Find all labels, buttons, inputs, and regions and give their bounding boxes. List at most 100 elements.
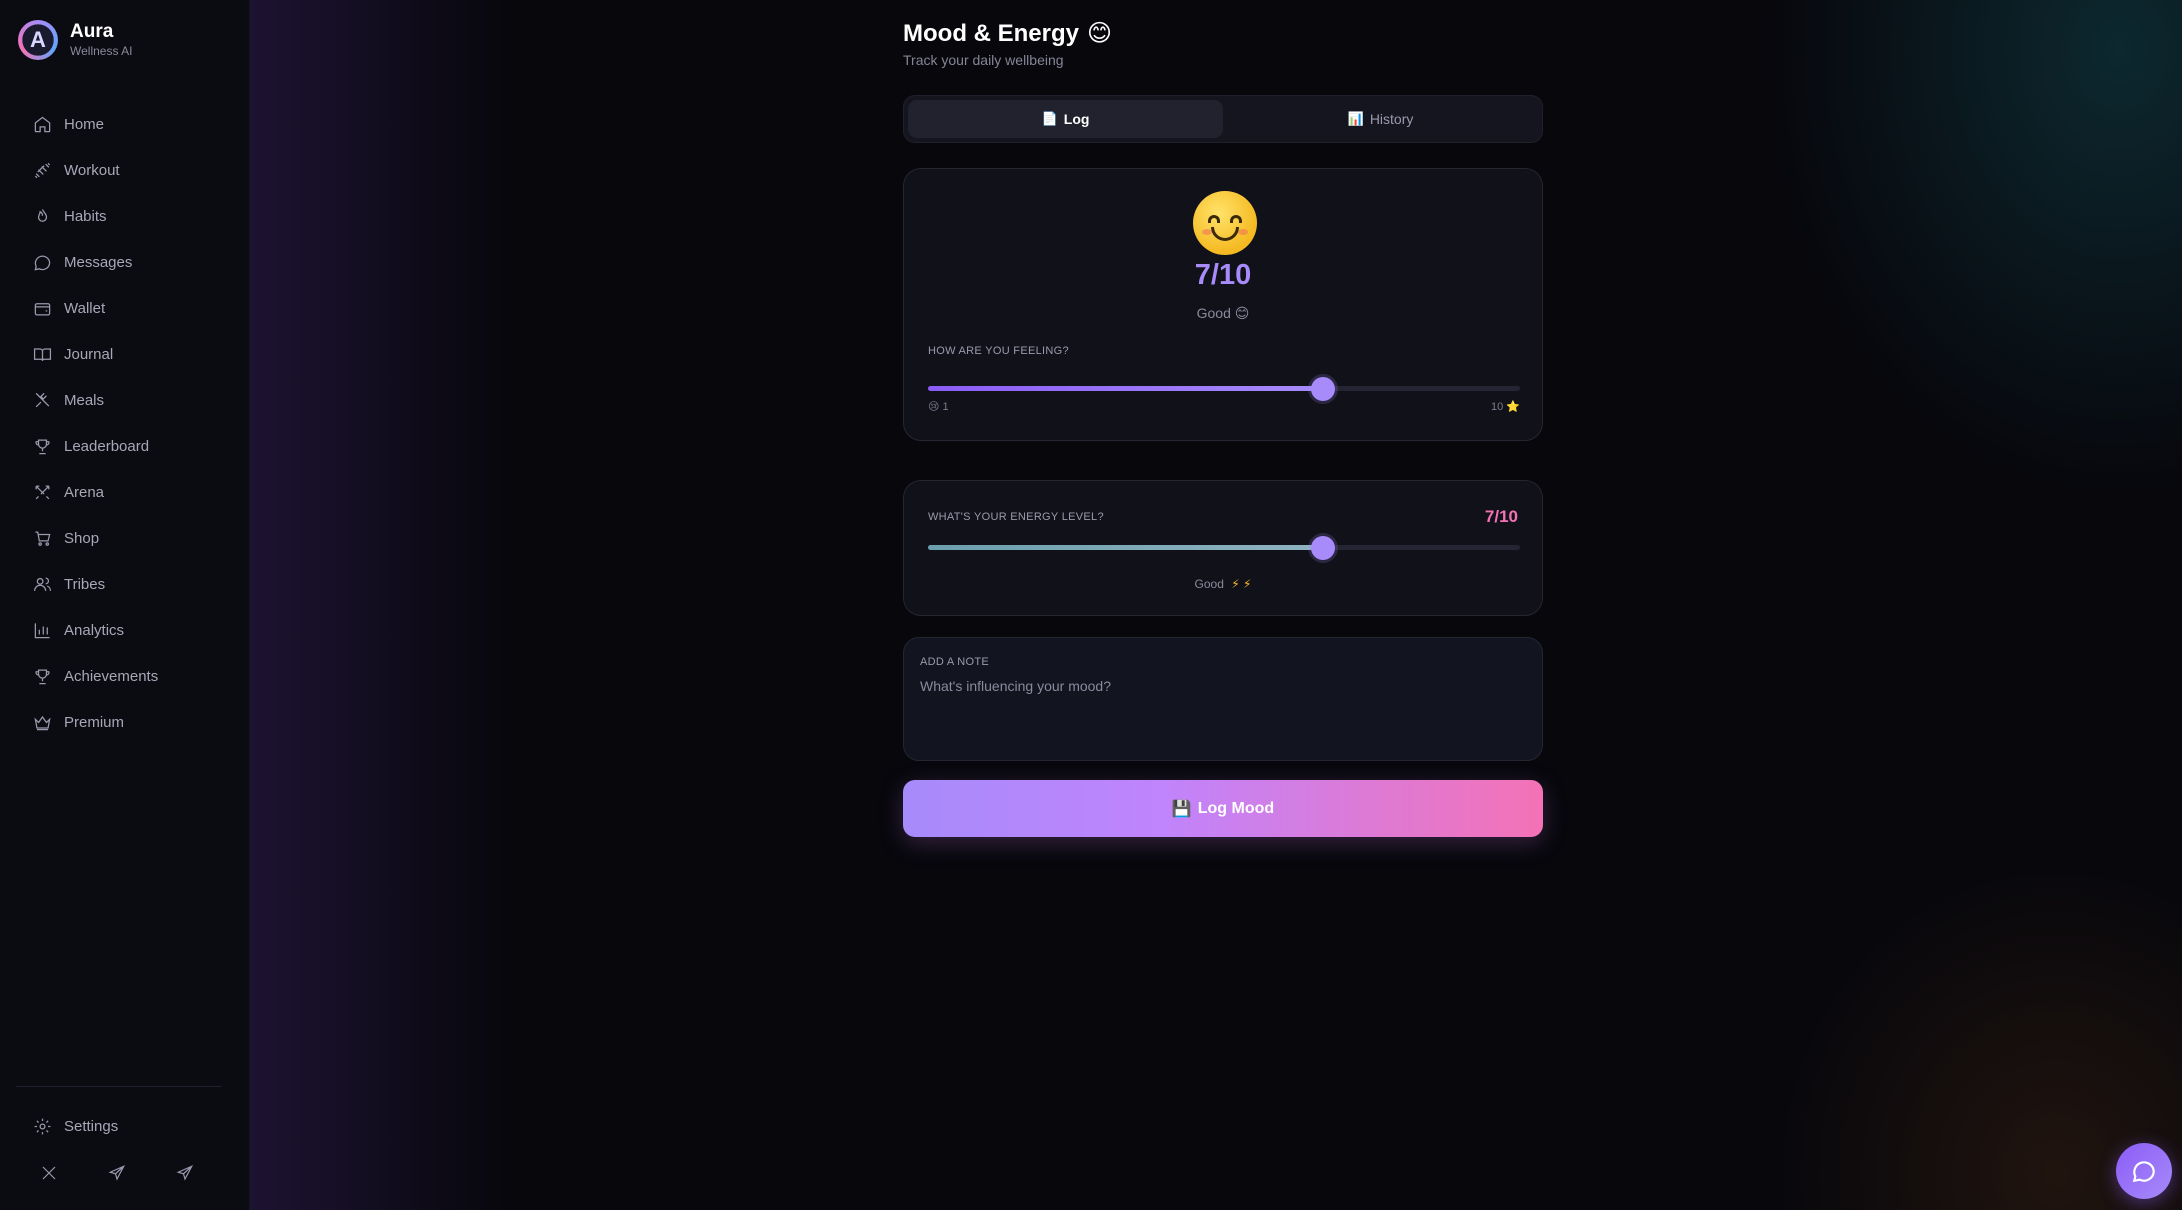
flame-icon	[37, 208, 48, 222]
telegram-link[interactable]	[106, 1162, 128, 1184]
save-icon: 💾	[1171, 800, 1192, 818]
page-subtitle: Track your daily wellbeing	[903, 52, 1064, 68]
bar-chart-icon	[34, 622, 50, 638]
energy-question: What's your energy level?	[928, 511, 1104, 523]
crown-icon	[34, 715, 51, 730]
sidebar-item-habits[interactable]: Habits	[16, 193, 236, 239]
energy-slider[interactable]	[928, 535, 1520, 560]
brand[interactable]: A Aura Wellness AI	[18, 20, 132, 60]
chat-button[interactable]	[2116, 1143, 2172, 1199]
sidebar-item-messages[interactable]: Messages	[16, 239, 236, 285]
x-link[interactable]	[38, 1162, 60, 1184]
settings-row[interactable]: Settings	[16, 1103, 236, 1149]
slider-thumb[interactable]	[1310, 377, 1335, 401]
smile-emoji-icon: 😊	[1087, 20, 1113, 47]
sidebar-item-achievements[interactable]: Achievements	[16, 653, 236, 699]
sidebar-item-premium[interactable]: Premium	[16, 699, 236, 745]
sidebar-item-leaderboard[interactable]: Leaderboard	[16, 423, 236, 469]
sidebar-item-label: Messages	[64, 253, 133, 271]
dumbbell-icon	[34, 162, 51, 178]
trophy-icon	[35, 669, 50, 684]
energy-score: 7/10	[1484, 507, 1518, 526]
sidebar-item-settings[interactable]: Settings	[16, 1103, 236, 1149]
send-icon	[176, 1164, 194, 1181]
wallet-icon	[34, 302, 51, 315]
sidebar-item-tribes[interactable]: Tribes	[16, 561, 236, 607]
message-icon	[34, 255, 51, 270]
background-glow-left	[250, 0, 510, 1210]
tab-log[interactable]: 📄 Log	[908, 100, 1223, 138]
brand-text: Aura Wellness AI	[70, 21, 132, 59]
chat-bubble-icon	[2132, 1161, 2155, 1183]
page-title-text: Mood & Energy	[903, 20, 1080, 47]
tab-history[interactable]: 📊 History	[1223, 100, 1538, 138]
home-icon	[34, 116, 51, 132]
brand-name: Aura	[70, 21, 114, 42]
brand-logo: A	[18, 20, 58, 60]
mood-face-eye	[1230, 215, 1242, 223]
mood-card: 7/10 Good 😊 How are you feeling? 😢 1 10 …	[903, 168, 1543, 441]
trophy-icon	[35, 439, 50, 454]
tab-label: History	[1369, 111, 1414, 127]
sidebar-item-wallet[interactable]: Wallet	[16, 285, 236, 331]
gear-icon	[34, 1118, 51, 1134]
sidebar-item-home[interactable]: Home	[16, 101, 236, 147]
app-root: A Aura Wellness AI Home Workout Habits M…	[0, 0, 2182, 1210]
note-card: Add a note	[903, 637, 1543, 761]
sidebar-item-label: Leaderboard	[64, 437, 150, 455]
energy-label-text: Good	[1194, 577, 1224, 591]
sidebar-item-label: Workout	[64, 161, 120, 179]
sidebar-item-shop[interactable]: Shop	[16, 515, 236, 561]
sidebar-item-label: Journal	[64, 345, 114, 363]
send-link[interactable]	[174, 1162, 196, 1184]
sidebar-item-label: Premium	[64, 713, 125, 731]
chart-icon: 📊	[1347, 111, 1364, 126]
sidebar-item-arena[interactable]: Arena	[16, 469, 236, 515]
note-label: Add a note	[920, 656, 990, 668]
sidebar-item-label: Achievements	[64, 667, 159, 685]
log-mood-button[interactable]: 💾 Log Mood	[903, 780, 1543, 837]
sidebar-item-label: Arena	[64, 483, 105, 501]
swords-icon	[35, 485, 50, 499]
sidebar-item-label: Wallet	[64, 299, 106, 317]
energy-card: What's your energy level? 7/10 Good ⚡ ⚡	[903, 480, 1543, 616]
users-icon	[33, 577, 52, 591]
mood-face-eye	[1208, 215, 1220, 223]
sidebar-divider	[16, 1086, 222, 1087]
page-title: Mood & Energy 😊	[903, 18, 1543, 50]
mood-slider[interactable]	[928, 376, 1520, 401]
tab-bar: 📄 Log 📊 History	[903, 95, 1543, 143]
log-mood-button-label: Log Mood	[1197, 799, 1275, 817]
mood-face-cheek	[1238, 229, 1248, 235]
energy-label: Good ⚡ ⚡	[904, 577, 1542, 591]
sidebar-item-label: Shop	[64, 529, 100, 547]
main-content: Mood & Energy 😊 Track your daily wellbei…	[903, 18, 1543, 837]
brand-logo-letter: A	[30, 27, 46, 52]
sidebar-item-journal[interactable]: Journal	[16, 331, 236, 377]
sidebar-item-label: Analytics	[64, 621, 125, 639]
mood-face-mouth	[1211, 227, 1239, 241]
telegram-icon	[108, 1164, 126, 1181]
tab-label: Log	[1063, 111, 1090, 127]
mood-question: How are you feeling?	[928, 345, 1069, 357]
lightning-icon: ⚡ ⚡	[1231, 577, 1252, 591]
mood-face-icon	[1193, 191, 1257, 255]
slider-thumb[interactable]	[1310, 536, 1335, 560]
sidebar-nav: Home Workout Habits Messages Wallet Jour…	[16, 101, 236, 745]
sidebar-item-meals[interactable]: Meals	[16, 377, 236, 423]
sidebar-item-analytics[interactable]: Analytics	[16, 607, 236, 653]
mood-label: Good 😊	[1196, 305, 1250, 321]
sidebar-item-label: Habits	[64, 207, 107, 225]
sidebar-item-workout[interactable]: Workout	[16, 147, 236, 193]
mood-max-label: 10 ⭐	[1491, 401, 1520, 413]
book-icon	[33, 347, 52, 361]
document-icon: 📄	[1041, 111, 1058, 126]
mood-min-label: 😢 1	[928, 401, 949, 413]
sidebar: A Aura Wellness AI Home Workout Habits M…	[0, 0, 250, 1210]
cart-icon	[35, 531, 51, 546]
brand-subtitle: Wellness AI	[70, 44, 133, 58]
utensils-icon	[35, 392, 50, 407]
background-glow-right	[1762, 0, 2182, 500]
note-input[interactable]	[920, 678, 1520, 748]
sidebar-item-label: Home	[64, 115, 105, 133]
